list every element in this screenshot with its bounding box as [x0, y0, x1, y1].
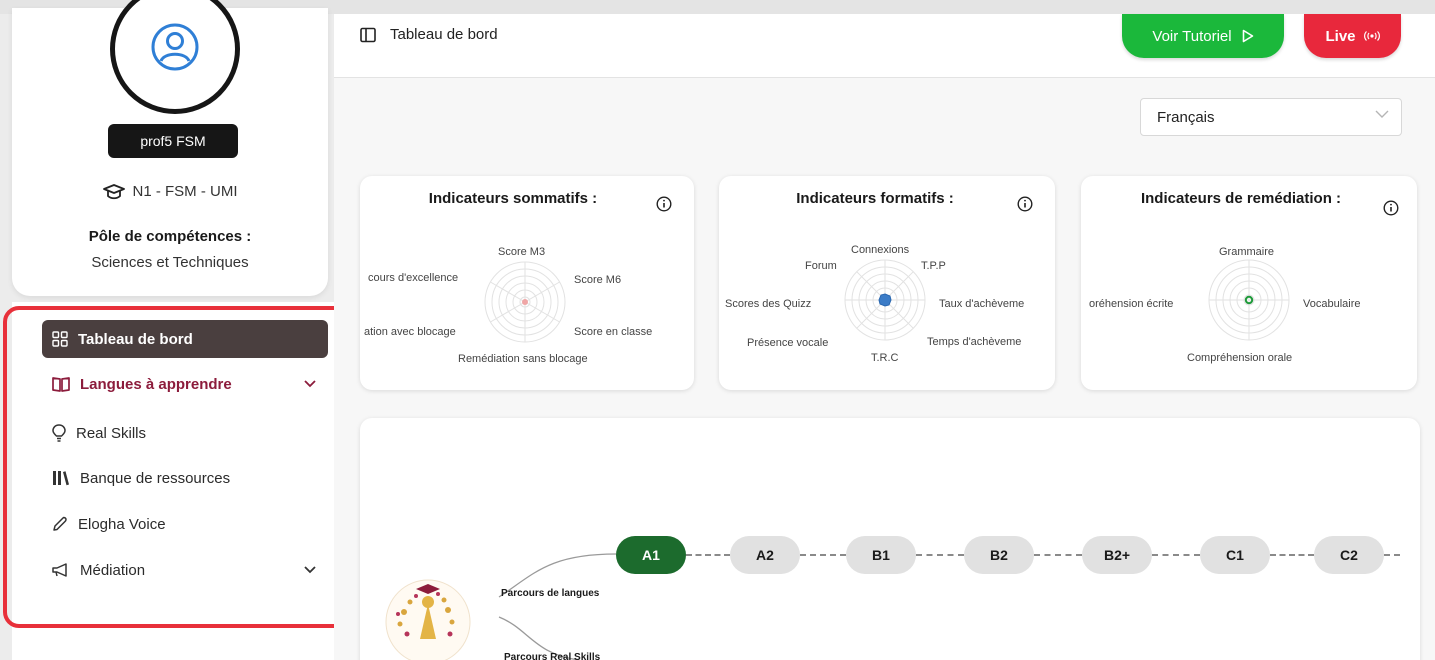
level-pill-b2[interactable]: B2	[964, 536, 1034, 574]
level-connector	[800, 554, 846, 556]
sidebar-item-mediation[interactable]: Médiation	[42, 551, 328, 589]
level-pill-a1[interactable]: A1	[616, 536, 686, 574]
sidebar-item-banque[interactable]: Banque de ressources	[42, 459, 328, 497]
graduation-cap-icon	[102, 183, 125, 199]
book-open-icon	[52, 377, 70, 392]
sidebar-item-label: Langues à apprendre	[80, 375, 232, 393]
pen-icon	[53, 516, 67, 531]
chevron-down-icon[interactable]	[304, 380, 316, 388]
level-line: N1 - FSM - UMI	[12, 183, 328, 200]
sidebar-item-tableau-de-bord[interactable]: Tableau de bord	[42, 320, 328, 358]
level-connector	[916, 554, 964, 556]
sidebar-item-label: Tableau de bord	[78, 330, 193, 348]
sidebar-item-real-skills[interactable]: Real Skills	[42, 414, 328, 452]
sidebar-item-elogha-voice[interactable]: Elogha Voice	[42, 505, 328, 543]
sidebar-item-label: Banque de ressources	[80, 469, 231, 487]
level-connector	[1270, 554, 1314, 556]
library-icon	[53, 471, 69, 486]
main-content: Tableau de bord Voir Tutoriel Live Franç…	[334, 14, 1435, 660]
username-badge: prof5 FSM	[108, 124, 238, 158]
profile-card: prof5 FSM N1 - FSM - UMI Pôle de compéte…	[12, 0, 328, 296]
level-pill-b1[interactable]: B1	[846, 536, 916, 574]
level-connector	[1034, 554, 1082, 556]
lightbulb-icon	[52, 424, 66, 442]
level-connector	[1152, 554, 1200, 556]
elogha-logo	[385, 579, 471, 660]
sidebar-menu: Tableau de bord Langues à apprendre Real…	[12, 302, 336, 660]
sidebar-item-label: Médiation	[80, 561, 146, 579]
level-pill-b2plus[interactable]: B2+	[1082, 536, 1152, 574]
sidebar-item-label: Real Skills	[76, 424, 147, 442]
pole-label: Pôle de compétences :	[88, 228, 252, 245]
level-connector	[1384, 554, 1400, 556]
path-label-languages[interactable]: Parcours de langues	[501, 588, 599, 599]
path-label-real-skills[interactable]: Parcours Real Skills	[504, 652, 600, 660]
user-icon	[151, 23, 199, 71]
avatar[interactable]	[110, 0, 240, 114]
level-pill-c2[interactable]: C2	[1314, 536, 1384, 574]
level-pill-c1[interactable]: C1	[1200, 536, 1270, 574]
level-pill-a2[interactable]: A2	[730, 536, 800, 574]
chevron-down-icon[interactable]	[304, 566, 316, 574]
megaphone-icon	[52, 563, 67, 577]
pole-value: Sciences et Techniques	[91, 254, 249, 271]
grid-icon	[52, 331, 68, 347]
sidebar-item-label: Elogha Voice	[78, 515, 166, 533]
level-connector	[686, 554, 730, 556]
sidebar-item-langues[interactable]: Langues à apprendre	[42, 365, 328, 403]
level-text: N1 - FSM - UMI	[132, 183, 238, 200]
